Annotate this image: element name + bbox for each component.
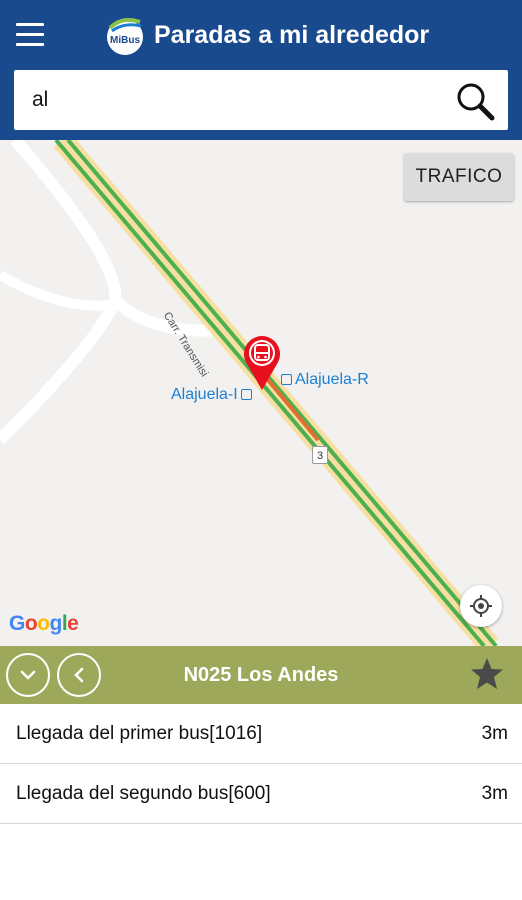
stop-name: Alajuela-R xyxy=(295,371,369,388)
search-icon[interactable] xyxy=(454,80,496,122)
hamburger-menu-icon[interactable] xyxy=(14,20,48,50)
chevron-left-icon xyxy=(74,667,84,683)
arrival-time: 3m xyxy=(481,723,508,744)
map-roads xyxy=(0,140,499,646)
search-input[interactable] xyxy=(32,70,432,130)
arrival-label: Llegada del primer bus[1016] xyxy=(16,723,263,744)
arrival-row-second: Llegada del segundo bus[600] 3m xyxy=(0,764,522,824)
search-bar xyxy=(14,70,508,130)
back-button[interactable] xyxy=(57,653,101,697)
collapse-button[interactable] xyxy=(6,653,50,697)
arrival-label: Llegada del segundo bus[600] xyxy=(16,783,271,804)
traffic-button[interactable]: TRAFICO xyxy=(404,153,514,201)
route-bar: N025 Los Andes xyxy=(0,646,522,704)
stop-name: Alajuela-I xyxy=(171,386,238,403)
star-icon[interactable] xyxy=(468,656,506,692)
arrival-time: 3m xyxy=(481,783,508,804)
page-title: Paradas a mi alrededor xyxy=(154,21,430,49)
bus-stop-marker-icon[interactable] xyxy=(241,332,283,392)
my-location-icon[interactable] xyxy=(460,585,502,627)
logo-text: MiBus xyxy=(110,35,140,46)
chevron-down-icon xyxy=(20,670,36,680)
stop-label-alajuela-r[interactable]: Alajuela-R xyxy=(278,371,369,389)
google-attribution: Google xyxy=(9,612,79,635)
mibus-logo: MiBus xyxy=(107,18,143,55)
route-shield: 3 xyxy=(312,446,328,464)
app-bar: MiBus Paradas a mi alrededor xyxy=(0,0,522,140)
arrival-row-first: Llegada del primer bus[1016] 3m xyxy=(0,704,522,764)
map-view[interactable]: Carr. Transmisi xyxy=(0,140,522,646)
